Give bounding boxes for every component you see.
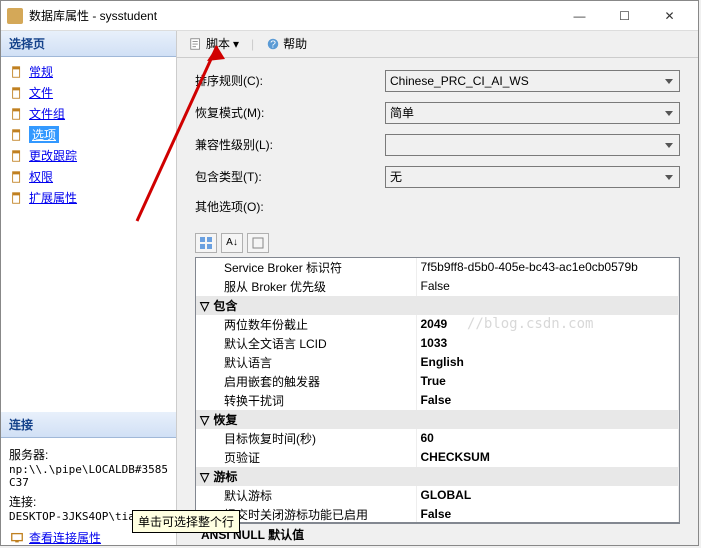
view-connection-label: 查看连接属性 (29, 529, 101, 545)
nav-list: 常规文件文件组选项更改跟踪权限扩展属性 (1, 57, 176, 212)
prop-value: False (416, 391, 679, 410)
dropdown-arrow-icon: ▾ (233, 37, 239, 51)
property-grid[interactable]: Service Broker 标识符7f5b9ff8-d5b0-405e-bc4… (195, 257, 680, 523)
script-icon (189, 37, 203, 51)
prop-value: False (416, 505, 679, 523)
app-icon (7, 8, 23, 24)
compat-label: 兼容性级别(L): (195, 136, 385, 153)
grid-row[interactable]: 提交时关闭游标功能已启用False (196, 505, 679, 523)
grid-row[interactable]: Service Broker 标识符7f5b9ff8-d5b0-405e-bc4… (196, 258, 679, 277)
grid-row[interactable]: ▽ 包含 (196, 296, 679, 315)
prop-key: 服从 Broker 优先级 (196, 277, 416, 296)
page-icon (9, 106, 25, 122)
sidebar-item-0[interactable]: 常规 (1, 61, 176, 82)
recovery-label: 恢复模式(M): (195, 104, 385, 121)
grid-row[interactable]: 页验证CHECKSUM (196, 448, 679, 467)
sidebar-item-label: 文件 (29, 84, 53, 101)
other-label: 其他选项(O): (195, 198, 385, 215)
sidebar-item-4[interactable]: 更改跟踪 (1, 145, 176, 166)
sidebar-item-3[interactable]: 选项 (1, 124, 176, 145)
server-label: 服务器: (9, 446, 168, 463)
sidebar-item-label: 权限 (29, 168, 53, 185)
page-icon (9, 64, 25, 80)
connection-header: 连接 (1, 412, 176, 438)
prop-key: 默认语言 (196, 353, 416, 372)
prop-value: English (416, 353, 679, 372)
help-icon: ? (266, 37, 280, 51)
sidebar-item-1[interactable]: 文件 (1, 82, 176, 103)
help-button[interactable]: ? 帮助 (262, 33, 311, 54)
prop-value: GLOBAL (416, 486, 679, 505)
prop-value: 60 (416, 429, 679, 448)
sidebar-item-6[interactable]: 扩展属性 (1, 187, 176, 208)
script-label: 脚本 (206, 35, 230, 52)
sidebar-item-label: 文件组 (29, 105, 65, 122)
prop-key: 转换干扰词 (196, 391, 416, 410)
grid-row[interactable]: 默认游标GLOBAL (196, 486, 679, 505)
grid-row[interactable]: 目标恢复时间(秒)60 (196, 429, 679, 448)
sidebar-item-label: 常规 (29, 63, 53, 80)
maximize-button[interactable]: ☐ (602, 1, 647, 30)
page-icon (9, 190, 25, 206)
sidebar-item-2[interactable]: 文件组 (1, 103, 176, 124)
categorized-button[interactable] (195, 233, 217, 253)
page-icon (9, 85, 25, 101)
page-icon (9, 148, 25, 164)
grid-row[interactable]: ▽ 恢复 (196, 410, 679, 429)
grid-row[interactable]: 启用嵌套的触发器True (196, 372, 679, 391)
help-label: 帮助 (283, 35, 307, 52)
prop-key: 页验证 (196, 448, 416, 467)
minimize-button[interactable]: — (557, 1, 602, 30)
recovery-combo[interactable]: 简单 (385, 102, 680, 124)
prop-key: 默认游标 (196, 486, 416, 505)
contain-combo[interactable]: 无 (385, 166, 680, 188)
close-button[interactable]: ✕ (647, 1, 692, 30)
titlebar: 数据库属性 - sysstudent — ☐ ✕ (1, 1, 698, 31)
prop-value: False (416, 277, 679, 296)
view-connection-link[interactable]: 查看连接属性 (9, 529, 101, 545)
sidebar-item-label: 选项 (29, 126, 59, 143)
contain-label: 包含类型(T): (195, 168, 385, 185)
alphabetical-button[interactable]: A↓ (221, 233, 243, 253)
sidebar-item-5[interactable]: 权限 (1, 166, 176, 187)
prop-key: Service Broker 标识符 (196, 258, 416, 277)
prop-key: 启用嵌套的触发器 (196, 372, 416, 391)
prop-key: 两位数年份截止 (196, 315, 416, 334)
prop-value: 7f5b9ff8-d5b0-405e-bc43-ac1e0cb0579b (416, 258, 679, 277)
compat-combo[interactable] (385, 134, 680, 156)
connection-icon (9, 530, 25, 546)
grid-description: ANSI NULL 默认值 (195, 523, 680, 545)
prop-value: True (416, 372, 679, 391)
page-icon (9, 127, 25, 143)
prop-value: 1033 (416, 334, 679, 353)
select-page-header: 选择页 (1, 31, 176, 57)
script-button[interactable]: 脚本 ▾ (185, 33, 243, 54)
collation-label: 排序规则(C): (195, 72, 385, 89)
conn-label: 连接: (9, 493, 168, 510)
page-icon (9, 169, 25, 185)
grid-row[interactable]: 默认语言English (196, 353, 679, 372)
grid-row[interactable]: 服从 Broker 优先级False (196, 277, 679, 296)
grid-row[interactable]: 转换干扰词False (196, 391, 679, 410)
grid-row[interactable]: ▽ 游标 (196, 467, 679, 486)
prop-key: 目标恢复时间(秒) (196, 429, 416, 448)
row-tooltip: 单击可选择整个行 (132, 510, 240, 533)
server-value: np:\\.\pipe\LOCALDB#3585C37 (9, 463, 168, 489)
sidebar-item-label: 扩展属性 (29, 189, 77, 206)
svg-text:?: ? (270, 38, 276, 50)
collation-combo[interactable]: Chinese_PRC_CI_AI_WS (385, 70, 680, 92)
sidebar-item-label: 更改跟踪 (29, 147, 77, 164)
prop-value: CHECKSUM (416, 448, 679, 467)
grid-row[interactable]: 两位数年份截止2049 (196, 315, 679, 334)
prop-value: 2049 (416, 315, 679, 334)
grid-row[interactable]: 默认全文语言 LCID1033 (196, 334, 679, 353)
window-title: 数据库属性 - sysstudent (29, 7, 557, 24)
grid-extra-button[interactable] (247, 233, 269, 253)
prop-key: 默认全文语言 LCID (196, 334, 416, 353)
